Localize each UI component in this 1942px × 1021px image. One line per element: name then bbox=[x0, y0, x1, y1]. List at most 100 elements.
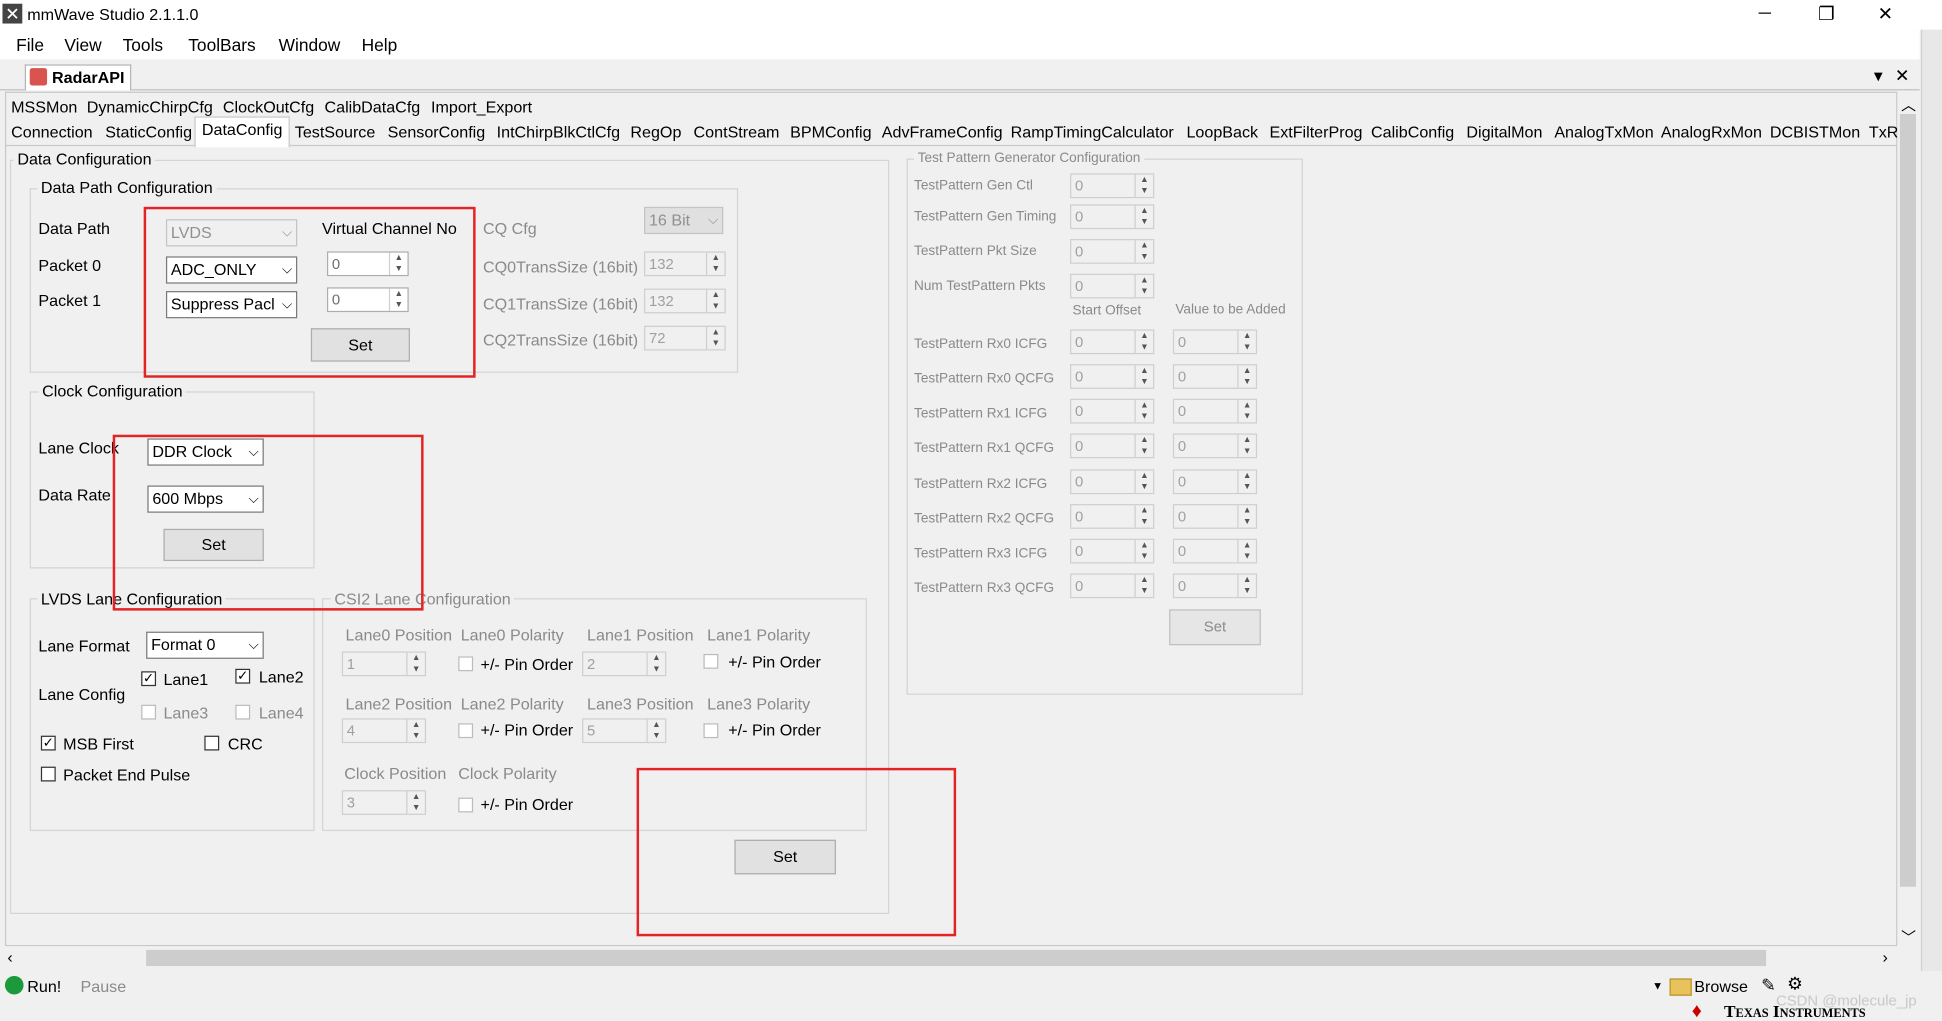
lane2-position-spinner[interactable]: 4 ▲ ▼ bbox=[341, 718, 427, 744]
spin-arrows-icon[interactable]: ▲ ▼ bbox=[646, 719, 665, 742]
lane1-checkbox[interactable]: ✓ bbox=[141, 671, 157, 687]
spin-arrows-icon[interactable]: ▲ ▼ bbox=[705, 326, 725, 350]
menu-view[interactable]: View bbox=[64, 35, 101, 55]
doc-close-icon[interactable]: ✕ bbox=[1895, 66, 1910, 87]
tp-start-offset-spinner[interactable]: 0 ▲ ▼ bbox=[1070, 504, 1155, 529]
spin-arrows-icon[interactable]: ▲ ▼ bbox=[1134, 240, 1153, 263]
crc-checkbox[interactable] bbox=[204, 735, 220, 751]
lane4-checkbox[interactable] bbox=[235, 704, 251, 720]
browse-dropdown-icon[interactable]: ▼ bbox=[1652, 980, 1663, 992]
clock-pin-order-checkbox[interactable] bbox=[458, 797, 474, 813]
run-button[interactable]: Run! bbox=[27, 977, 61, 996]
scroll-left-icon[interactable]: ‹ bbox=[7, 947, 12, 966]
clock-position-spinner[interactable]: 3 ▲ ▼ bbox=[341, 790, 427, 815]
lane0-position-spinner[interactable]: 1 ▲ ▼ bbox=[341, 651, 427, 677]
tp-start-offset-spinner[interactable]: 0 ▲ ▼ bbox=[1070, 469, 1155, 495]
lane0-pin-order-checkbox[interactable] bbox=[458, 656, 474, 672]
spin-arrows-icon[interactable]: ▲ ▼ bbox=[1134, 330, 1153, 353]
spin-arrows-icon[interactable]: ▲ ▼ bbox=[406, 791, 425, 814]
tab-sensorconfig[interactable]: SensorConfig bbox=[385, 123, 488, 142]
menu-tools[interactable]: Tools bbox=[123, 35, 163, 55]
tp-top-spinner[interactable]: 0 ▲ ▼ bbox=[1070, 273, 1155, 299]
tp-top-spinner[interactable]: 0 ▲ ▼ bbox=[1070, 239, 1155, 264]
spin-arrows-icon[interactable]: ▲ ▼ bbox=[1134, 174, 1153, 197]
tab-bpmconfig[interactable]: BPMConfig bbox=[788, 123, 874, 142]
menu-window[interactable]: Window bbox=[279, 35, 341, 55]
spin-arrows-icon[interactable]: ▲ ▼ bbox=[1134, 505, 1153, 528]
lane3-position-spinner[interactable]: 5 ▲ ▼ bbox=[582, 718, 667, 744]
lane2-pin-order-checkbox[interactable] bbox=[458, 723, 474, 739]
spin-arrows-icon[interactable]: ▲ ▼ bbox=[1237, 505, 1256, 528]
tp-add-value-spinner[interactable]: 0 ▲ ▼ bbox=[1172, 504, 1258, 529]
tp-add-value-spinner[interactable]: 0 ▲ ▼ bbox=[1172, 398, 1258, 424]
spin-arrows-icon[interactable]: ▲ ▼ bbox=[1237, 400, 1256, 423]
lane1-position-spinner[interactable]: 2 ▲ ▼ bbox=[582, 651, 667, 677]
cq0-spinner[interactable]: 132 ▲ ▼ bbox=[644, 251, 726, 277]
restore-button[interactable]: ❐ bbox=[1818, 2, 1835, 25]
tab-testsource[interactable]: TestSource bbox=[292, 123, 378, 142]
tab-loopback[interactable]: LoopBack bbox=[1184, 123, 1261, 142]
vertical-scroll-thumb[interactable] bbox=[1899, 113, 1916, 887]
tp-start-offset-spinner[interactable]: 0 ▲ ▼ bbox=[1070, 364, 1155, 389]
scroll-right-icon[interactable]: › bbox=[1883, 947, 1888, 966]
tab-analogtxmon[interactable]: AnalogTxMon bbox=[1552, 123, 1656, 142]
lane-format-select[interactable]: Format 0 ⌵ bbox=[146, 631, 264, 659]
tp-start-offset-spinner[interactable]: 0 ▲ ▼ bbox=[1070, 398, 1155, 424]
spin-arrows-icon[interactable]: ▲ ▼ bbox=[1134, 205, 1153, 228]
tab-advframeconfig[interactable]: AdvFrameConfig bbox=[879, 123, 1005, 142]
msb-first-checkbox[interactable]: ✓ bbox=[40, 735, 56, 751]
tp-start-offset-spinner[interactable]: 0 ▲ ▼ bbox=[1070, 538, 1155, 564]
tab-extfilterprog[interactable]: ExtFilterProg bbox=[1267, 123, 1365, 142]
tab-ramptimingcalculator[interactable]: RampTimingCalculator bbox=[1008, 123, 1176, 142]
tp-add-value-spinner[interactable]: 0 ▲ ▼ bbox=[1172, 538, 1258, 564]
tab-intchirpblkctlcfg[interactable]: IntChirpBlkCtlCfg bbox=[494, 123, 622, 142]
tp-add-value-spinner[interactable]: 0 ▲ ▼ bbox=[1172, 364, 1258, 389]
cq-cfg-select[interactable]: 16 Bit ⌵ bbox=[644, 206, 724, 235]
spin-arrows-icon[interactable]: ▲ ▼ bbox=[1237, 470, 1256, 493]
tab-analogrxmon[interactable]: AnalogRxMon bbox=[1658, 123, 1764, 142]
tab-mssmon[interactable]: MSSMon bbox=[9, 98, 80, 117]
spin-arrows-icon[interactable]: ▲ ▼ bbox=[1237, 330, 1256, 353]
tab-staticconfig[interactable]: StaticConfig bbox=[103, 123, 195, 142]
tp-add-value-spinner[interactable]: 0 ▲ ▼ bbox=[1172, 469, 1258, 495]
tab-txr[interactable]: TxR bbox=[1866, 123, 1900, 142]
horizontal-scroll-thumb[interactable] bbox=[146, 949, 1767, 967]
menu-toolbars[interactable]: ToolBars bbox=[188, 35, 255, 55]
spin-arrows-icon[interactable]: ▲ ▼ bbox=[1134, 574, 1153, 597]
tab-connection[interactable]: Connection bbox=[9, 123, 95, 142]
tp-add-value-spinner[interactable]: 0 ▲ ▼ bbox=[1172, 433, 1258, 459]
tab-dcbistmon[interactable]: DCBISTMon bbox=[1767, 123, 1862, 142]
browse-button[interactable]: Browse bbox=[1694, 977, 1748, 996]
doc-dropdown-icon[interactable]: ▾ bbox=[1874, 66, 1883, 87]
spin-arrows-icon[interactable]: ▲ ▼ bbox=[705, 252, 725, 275]
tab-clockoutcfg[interactable]: ClockOutCfg bbox=[220, 98, 316, 117]
doc-tab-radarapi[interactable]: RadarAPI bbox=[24, 64, 132, 91]
lane3-pin-order-checkbox[interactable] bbox=[703, 723, 719, 739]
spin-arrows-icon[interactable]: ▲ ▼ bbox=[1237, 574, 1256, 597]
spin-arrows-icon[interactable]: ▲ ▼ bbox=[705, 289, 725, 313]
spin-arrows-icon[interactable]: ▲ ▼ bbox=[1134, 365, 1153, 388]
tp-top-spinner[interactable]: 0 ▲ ▼ bbox=[1070, 204, 1155, 230]
tab-import-export[interactable]: Import_Export bbox=[429, 98, 535, 117]
tp-add-value-spinner[interactable]: 0 ▲ ▼ bbox=[1172, 573, 1258, 599]
edit-icon[interactable]: ✎ bbox=[1761, 975, 1776, 996]
minimize-button[interactable]: ─ bbox=[1759, 2, 1771, 22]
tab-dynamicchirpcfg[interactable]: DynamicChirpCfg bbox=[84, 98, 215, 117]
spin-arrows-icon[interactable]: ▲ ▼ bbox=[1134, 274, 1153, 298]
test-pattern-set-button[interactable]: Set bbox=[1169, 609, 1261, 646]
tab-digitalmon[interactable]: DigitalMon bbox=[1464, 123, 1545, 142]
tp-add-value-spinner[interactable]: 0 ▲ ▼ bbox=[1172, 329, 1258, 355]
cq1-spinner[interactable]: 132 ▲ ▼ bbox=[644, 288, 726, 314]
tab-regop[interactable]: RegOp bbox=[628, 123, 684, 142]
tab-calibconfig[interactable]: CalibConfig bbox=[1369, 123, 1457, 142]
spin-arrows-icon[interactable]: ▲ ▼ bbox=[1134, 539, 1153, 563]
spin-arrows-icon[interactable]: ▲ ▼ bbox=[1237, 365, 1256, 388]
lane3-checkbox[interactable] bbox=[141, 704, 157, 720]
spin-arrows-icon[interactable]: ▲ ▼ bbox=[1134, 434, 1153, 458]
scroll-up-icon[interactable]: ︿ bbox=[1901, 94, 1916, 115]
spin-arrows-icon[interactable]: ▲ ▼ bbox=[1237, 539, 1256, 563]
tab-dataconfig[interactable]: DataConfig bbox=[199, 120, 285, 139]
menu-help[interactable]: Help bbox=[362, 35, 398, 55]
pause-button[interactable]: Pause bbox=[81, 977, 127, 996]
tab-calibdatacfg[interactable]: CalibDataCfg bbox=[322, 98, 423, 117]
